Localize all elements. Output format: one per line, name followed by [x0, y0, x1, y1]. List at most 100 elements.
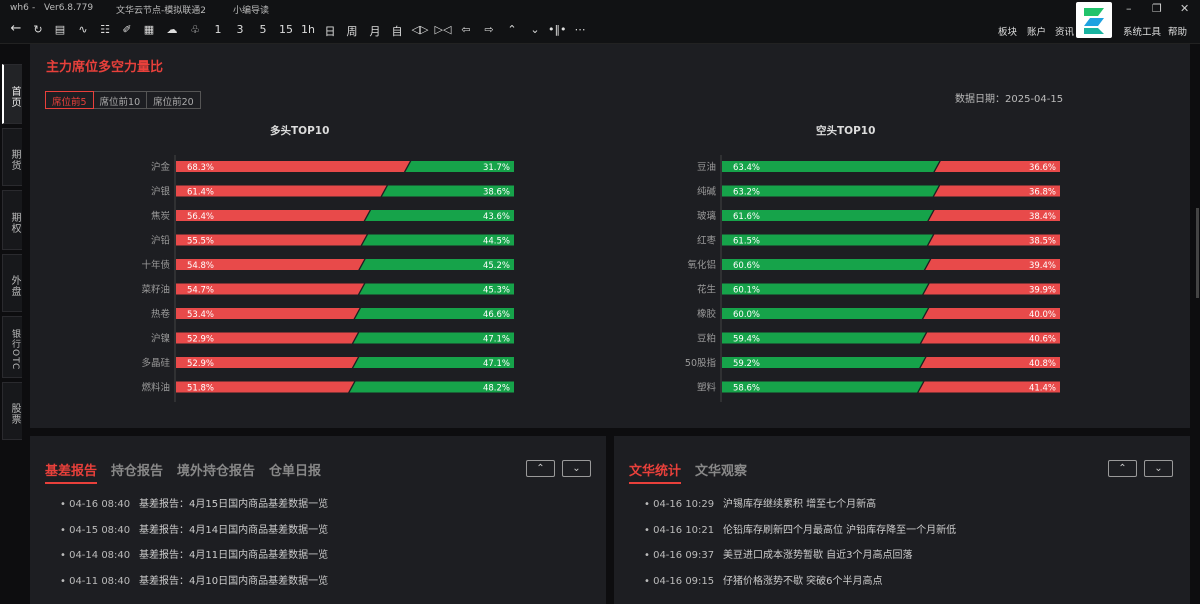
- cloud-icon[interactable]: ☁: [163, 23, 181, 36]
- refresh-icon[interactable]: ↻: [29, 23, 47, 36]
- news-item[interactable]: • 04-16 10:29 沪锡库存继续累积 增至七个月新高: [644, 495, 876, 510]
- next-icon[interactable]: ⇨: [480, 23, 498, 36]
- scroll-up-button[interactable]: ⌃: [526, 460, 555, 477]
- line-chart-icon[interactable]: ∿: [74, 23, 92, 36]
- news-headline[interactable]: 仔猪价格涨势不歇 突破6个半月高点: [723, 576, 883, 587]
- close-icon[interactable]: ✕: [1180, 2, 1189, 15]
- period-3m[interactable]: 3: [231, 23, 249, 36]
- tab-position-report[interactable]: 持仓报告: [111, 460, 163, 484]
- layout-icon[interactable]: ▦: [140, 23, 158, 36]
- value-label-b: 47.1%: [483, 359, 510, 369]
- tab-basis-report[interactable]: 基差报告: [45, 460, 98, 484]
- news-headline[interactable]: 沪锡库存继续累积 增至七个月新高: [723, 499, 876, 510]
- category-label: 红枣: [697, 235, 717, 247]
- period-week[interactable]: 周: [343, 23, 361, 39]
- period-1h[interactable]: 1h: [299, 23, 317, 36]
- news-item[interactable]: • 04-14 08:40 基差报告：4月11日国内商品基差数据一览: [60, 546, 328, 561]
- period-custom[interactable]: 自: [388, 23, 406, 39]
- news-item[interactable]: • 04-11 08:40 基差报告：4月10日国内商品基差数据一览: [60, 572, 328, 587]
- value-label-a: 63.4%: [733, 163, 760, 173]
- period-day[interactable]: 日: [321, 23, 339, 39]
- list-icon[interactable]: ▤: [51, 23, 69, 36]
- value-label-b: 39.4%: [1029, 261, 1056, 271]
- server-node[interactable]: 文华云节点-模拟联通2: [116, 3, 206, 16]
- sidebar-tab-foreign[interactable]: 外盘: [2, 254, 22, 312]
- news-headline[interactable]: 基差报告：4月10日国内商品基差数据一览: [139, 576, 328, 587]
- stats-panel: 文华统计 文华观察 ⌃ ⌄ • 04-16 10:29 沪锡库存继续累积 增至七个…: [614, 436, 1190, 604]
- double-down-icon[interactable]: ⌄: [526, 23, 544, 36]
- period-1m[interactable]: 1: [209, 23, 227, 36]
- tab-wenhua-observe[interactable]: 文华观察: [695, 460, 747, 484]
- title-bar: wh6 - Ver6.8.779 文华云节点-模拟联通2 小编导读 – ❐ ✕: [0, 0, 1200, 18]
- period-15m[interactable]: 15: [277, 23, 295, 36]
- value-label-b: 47.1%: [483, 335, 510, 345]
- news-time: • 04-16 09:37: [644, 550, 715, 561]
- value-label-b: 45.3%: [483, 286, 510, 296]
- sidebar-tab-options[interactable]: 期权: [2, 190, 22, 250]
- scrollbar-thumb[interactable]: [1196, 208, 1199, 298]
- draw-tool-icon[interactable]: ✐: [118, 23, 136, 36]
- more-icon[interactable]: ⋯: [571, 23, 589, 36]
- news-item[interactable]: • 04-16 09:37 美豆进口成本涨势暂歇 自近3个月高点回落: [644, 546, 913, 561]
- category-label: 燃料油: [141, 382, 170, 394]
- tab-warehouse-daily[interactable]: 仓单日报: [269, 460, 321, 484]
- value-label-a: 51.8%: [187, 384, 214, 394]
- app-logo-icon[interactable]: [1076, 2, 1112, 38]
- tab-overseas-position-report[interactable]: 境外持仓报告: [177, 460, 255, 484]
- sidebar-tab-futures[interactable]: 期货: [2, 128, 22, 186]
- value-label-a: 54.7%: [187, 286, 214, 296]
- candlestick-icon[interactable]: ☷: [96, 23, 114, 36]
- zoom-in-icon[interactable]: ◁▷: [411, 23, 429, 36]
- sidebar-tab-home[interactable]: 首页: [2, 64, 22, 124]
- news-item[interactable]: • 04-16 10:21 伦铅库存刷新四个月最高位 沪铅库存降至一个月新低: [644, 521, 956, 536]
- split-icon[interactable]: •‖•: [548, 23, 566, 36]
- prev-icon[interactable]: ⇦: [457, 23, 475, 36]
- value-label-a: 61.4%: [187, 188, 214, 198]
- restore-icon[interactable]: ❐: [1152, 2, 1162, 15]
- app-version: Ver6.8.779: [44, 3, 94, 13]
- sidebar-tab-bank-otc[interactable]: 银行OTC: [2, 316, 22, 378]
- category-label: 沪金: [151, 161, 171, 173]
- news-headline[interactable]: 基差报告：4月15日国内商品基差数据一览: [139, 499, 328, 510]
- news-item[interactable]: • 04-16 09:15 仔猪价格涨势不歇 突破6个半月高点: [644, 572, 883, 587]
- back-arrow-icon[interactable]: ←: [7, 21, 25, 36]
- value-label-b: 38.5%: [1029, 237, 1056, 247]
- category-label: 玻璃: [697, 210, 716, 222]
- value-label-b: 46.6%: [483, 310, 510, 320]
- value-label-b: 38.6%: [483, 188, 510, 198]
- news-item[interactable]: • 04-16 08:40 基差报告：4月15日国内商品基差数据一览: [60, 495, 328, 510]
- scroll-down-button[interactable]: ⌄: [562, 460, 591, 477]
- alert-bell-icon[interactable]: ♧: [186, 23, 204, 36]
- news-headline[interactable]: 基差报告：4月11日国内商品基差数据一览: [139, 550, 328, 561]
- value-label-a: 55.5%: [187, 237, 214, 247]
- menu-system-tools[interactable]: 系统工具: [1123, 24, 1161, 38]
- zoom-out-icon[interactable]: ▷◁: [434, 23, 452, 36]
- sidebar-tab-stocks[interactable]: 股票: [2, 382, 22, 440]
- news-item[interactable]: • 04-15 08:40 基差报告：4月14日国内商品基差数据一览: [60, 521, 328, 536]
- value-label-b: 40.6%: [1029, 335, 1056, 345]
- news-time: • 04-15 08:40: [60, 524, 131, 536]
- value-label-b: 40.8%: [1029, 359, 1056, 369]
- menu-account[interactable]: 账户: [1027, 24, 1046, 38]
- menu-sector[interactable]: 板块: [998, 24, 1017, 38]
- category-label: 豆粕: [697, 333, 716, 345]
- period-5m[interactable]: 5: [254, 23, 272, 36]
- category-label: 氧化铝: [687, 259, 716, 271]
- news-headline[interactable]: 伦铅库存刷新四个月最高位 沪铅库存降至一个月新低: [723, 525, 956, 536]
- stats-tabs: 文华统计 文华观察: [629, 460, 747, 484]
- menu-help[interactable]: 帮助: [1168, 24, 1187, 38]
- minimize-icon[interactable]: –: [1126, 2, 1132, 15]
- period-month[interactable]: 月: [366, 23, 384, 39]
- value-label-b: 36.6%: [1029, 163, 1056, 173]
- up-icon[interactable]: ⌃: [503, 23, 521, 36]
- category-label: 菜籽油: [141, 284, 170, 296]
- news-headline[interactable]: 美豆进口成本涨势暂歇 自近3个月高点回落: [723, 550, 913, 561]
- scroll-down-button[interactable]: ⌄: [1144, 460, 1173, 477]
- category-label: 50股指: [685, 357, 717, 369]
- menu-news[interactable]: 资讯: [1055, 24, 1074, 38]
- scroll-up-button[interactable]: ⌃: [1108, 460, 1137, 477]
- value-label-a: 60.6%: [733, 261, 760, 271]
- editor-guide-link[interactable]: 小编导读: [233, 3, 269, 16]
- tab-wenhua-stats[interactable]: 文华统计: [629, 460, 682, 484]
- news-headline[interactable]: 基差报告：4月14日国内商品基差数据一览: [139, 525, 328, 536]
